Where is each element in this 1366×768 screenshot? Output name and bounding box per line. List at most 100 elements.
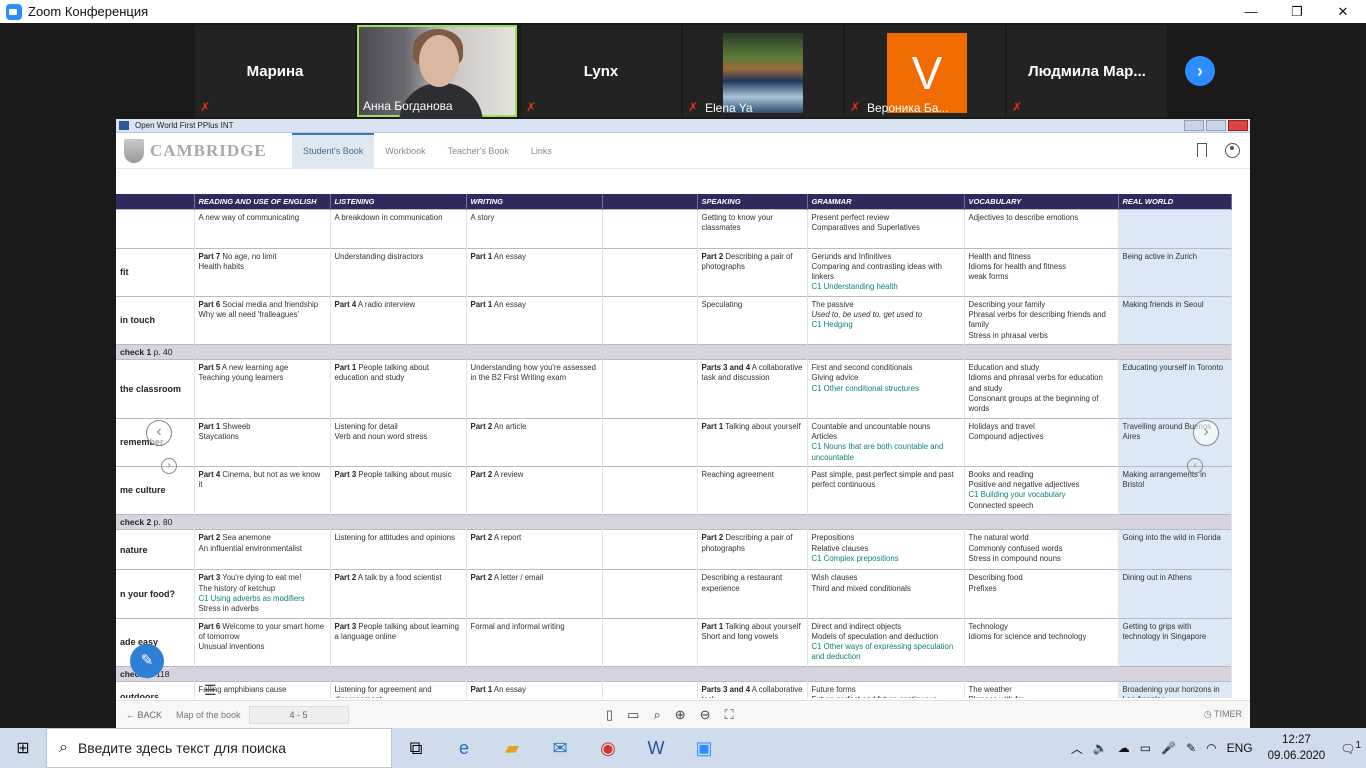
part-label: Part 2 <box>198 533 221 543</box>
cell-text: Dining out in Athens <box>1122 573 1192 583</box>
next-page-icon[interactable]: › <box>1193 420 1219 446</box>
zoom-area-icon[interactable]: ⌕ <box>653 707 660 723</box>
cell-text: Getting to know your classmates <box>701 212 774 232</box>
check-page: p. 40 <box>153 346 173 357</box>
speaking-cell: Part 2 Describing a pair of photographs <box>697 247 808 297</box>
mail-icon[interactable]: ✉ <box>536 728 584 768</box>
unit-title: nature <box>116 529 195 570</box>
small-next-icon[interactable]: › <box>161 458 177 474</box>
real-world-cell: Making arrangements in Bristol <box>1118 465 1232 515</box>
spacer-cell <box>602 295 698 345</box>
cell-text: Health habits <box>198 261 245 271</box>
part-label: Part 2 <box>701 533 724 543</box>
cell-text: Short and long vowels <box>701 631 779 641</box>
microphone-icon[interactable]: 🎤 <box>1161 741 1176 755</box>
unit-name: nature <box>120 544 148 555</box>
c1-link: C1 Other ways of expressing speculation … <box>811 642 954 662</box>
cell-text: Being active in Zurich <box>1122 251 1198 261</box>
prev-page-icon[interactable]: ‹ <box>146 420 172 446</box>
participant-name: Elena Ya <box>705 101 753 115</box>
fit-page-icon[interactable]: ⛶ <box>725 707 734 723</box>
real-world-cell: Going into the wild in Florida <box>1118 529 1232 570</box>
cell-text: Talking about yourself <box>725 621 801 631</box>
participant-name: Вероника Ба... <box>867 101 949 115</box>
file-explorer-icon[interactable]: ▰ <box>488 728 536 768</box>
participant-tile-active[interactable]: Анна Богданова <box>357 25 517 123</box>
battery-icon[interactable]: ▭ <box>1140 741 1151 755</box>
tab-workbook[interactable]: Workbook <box>374 133 436 169</box>
unit-name: the classroom <box>120 383 182 394</box>
cell-text: Technology <box>968 621 1008 631</box>
cell-text: A breakdown in communication <box>334 212 443 222</box>
page-indicator[interactable]: 4 - 5 <box>248 705 349 724</box>
cell-text: The history of ketchup <box>198 583 276 593</box>
cell-text: Comparing and contrasting ideas with lin… <box>811 261 942 282</box>
reader-bottom-bar: ← BACK Map of the book 4 - 5 ▯ ▭ ⌕ ⊕ ⊖ ⛶… <box>116 700 1250 728</box>
participant-tile[interactable]: Людмила Мар... ✗ <box>1007 25 1167 117</box>
small-prev-icon[interactable]: ‹ <box>1187 458 1203 474</box>
spacer-cell <box>602 569 698 619</box>
participant-tile[interactable]: V ✗ Вероника Ба... <box>845 25 1005 117</box>
task-view-icon[interactable]: ⧉ <box>392 728 440 768</box>
map-of-book-label[interactable]: Map of the book <box>176 710 241 720</box>
double-page-icon[interactable]: ▭ <box>627 707 639 723</box>
cell-text: The passive <box>811 299 854 309</box>
annotate-pen-icon[interactable]: ✎ <box>130 644 164 678</box>
minimize-button[interactable]: — <box>1228 0 1274 23</box>
bookmark-icon[interactable] <box>1197 143 1207 157</box>
page-icon[interactable]: ▯ <box>606 707 613 723</box>
grammar-cell: Past simple, past perfect simple and pas… <box>807 465 965 515</box>
tab-students-book[interactable]: Student's Book <box>292 133 375 169</box>
participant-tile[interactable]: Lynx ✗ <box>521 25 681 117</box>
back-button[interactable]: ← BACK <box>126 710 162 720</box>
tab-teachers-book[interactable]: Teacher's Book <box>437 133 520 169</box>
taskbar-search[interactable]: ⌕ Введите здесь текст для поиска <box>46 728 392 768</box>
user-icon[interactable] <box>1225 143 1240 158</box>
cell-text: An essay <box>493 299 526 309</box>
chrome-icon[interactable]: ◉ <box>584 728 632 768</box>
pen-tray-icon[interactable]: ✎ <box>1186 741 1196 755</box>
zoom-taskbar-icon[interactable]: ▣ <box>680 728 728 768</box>
grammar-cell: Countable and uncountable nouns Articles C… <box>807 417 965 467</box>
app-maximize-button[interactable] <box>1206 120 1226 131</box>
notification-icon[interactable]: 🗨1 <box>1340 740 1361 756</box>
maximize-button[interactable]: ❐ <box>1274 0 1320 23</box>
edge-icon[interactable]: e <box>440 728 488 768</box>
app-close-button[interactable] <box>1228 120 1248 131</box>
grammar-cell: Present perfect review Comparatives and S… <box>807 208 965 248</box>
participant-tile[interactable]: Марина ✗ <box>195 25 355 117</box>
participant-tile[interactable]: ✗ Elena Ya <box>683 25 843 117</box>
grammar-cell: First and second conditionals Giving advi… <box>807 359 965 419</box>
cell-text: Unusual inventions <box>198 642 265 652</box>
zoom-out-icon[interactable]: ⊖ <box>700 707 711 723</box>
part-label: Part 3 <box>334 621 357 631</box>
cell-text: Listening for detail <box>334 421 398 431</box>
clock[interactable]: 12:27 09.06.2020 <box>1268 732 1326 764</box>
word-icon[interactable]: W <box>632 728 680 768</box>
part-label: Part 4 <box>334 299 357 309</box>
cloud-icon[interactable]: ☁ <box>1118 741 1130 755</box>
part-label: Part 2 <box>470 421 493 431</box>
cell-text: Shweeb <box>222 421 251 431</box>
next-participants-icon[interactable]: › <box>1185 56 1215 86</box>
windows-start-icon[interactable]: ⊞ <box>0 728 46 768</box>
reading-cell: A new way of communicating <box>194 208 331 248</box>
wifi-icon[interactable]: ◠ <box>1206 741 1216 755</box>
zoom-in-icon[interactable]: ⊕ <box>675 707 686 723</box>
language-indicator[interactable]: ENG <box>1227 741 1253 755</box>
tab-links[interactable]: Links <box>520 133 563 169</box>
clock-date: 09.06.2020 <box>1267 750 1326 762</box>
app-minimize-button[interactable] <box>1184 120 1204 131</box>
tray-chevron-icon[interactable]: ︿ <box>1071 740 1083 757</box>
app-icon <box>119 121 129 130</box>
unit-title: me culture <box>116 465 195 515</box>
timer-button[interactable]: ◷ TIMER <box>1204 709 1242 720</box>
close-button[interactable]: ✕ <box>1320 0 1366 23</box>
unit-title: in touch <box>116 295 195 345</box>
menu-icon[interactable]: ☰ <box>204 682 217 698</box>
volume-icon[interactable]: 🔈 <box>1093 741 1108 755</box>
cell-text: Countable and uncountable nouns <box>811 421 931 431</box>
unit-title: n your food? <box>116 569 195 619</box>
cell-text: Prepositions <box>811 533 855 543</box>
cell-text: The weather <box>968 685 1012 694</box>
